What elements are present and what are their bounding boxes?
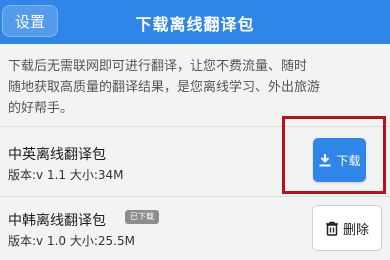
description-line-2: 随地获取高质量的翻译结果，是您离线学习、外出旅游 xyxy=(8,80,321,95)
package-meta: 版本:v 1.0 大小:25.5M xyxy=(8,234,135,248)
package-title: 中韩离线翻译包 xyxy=(8,213,106,229)
download-button[interactable]: 下载 xyxy=(313,138,366,182)
package-title: 中英离线翻译包 xyxy=(8,147,106,163)
description-line-1: 下载后无需联网即可进行翻译，让您不费流量、随时 xyxy=(8,59,308,74)
delete-button-label: 删除 xyxy=(342,222,369,238)
download-icon xyxy=(318,153,332,167)
download-button-label: 下载 xyxy=(336,153,361,168)
top-bar: 设置 下载离线翻译包 xyxy=(0,0,390,44)
trash-icon xyxy=(325,221,339,236)
description-text: 下载后无需联网即可进行翻译，让您不费流量、随时 随地获取高质量的翻译结果，是您离… xyxy=(8,56,384,119)
delete-button[interactable]: 删除 xyxy=(312,205,382,251)
page-title: 下载离线翻译包 xyxy=(135,15,255,34)
downloaded-badge: 已下载 xyxy=(125,210,159,224)
divider xyxy=(0,196,390,197)
package-meta: 版本:v 1.1 大小:34M xyxy=(8,168,124,182)
